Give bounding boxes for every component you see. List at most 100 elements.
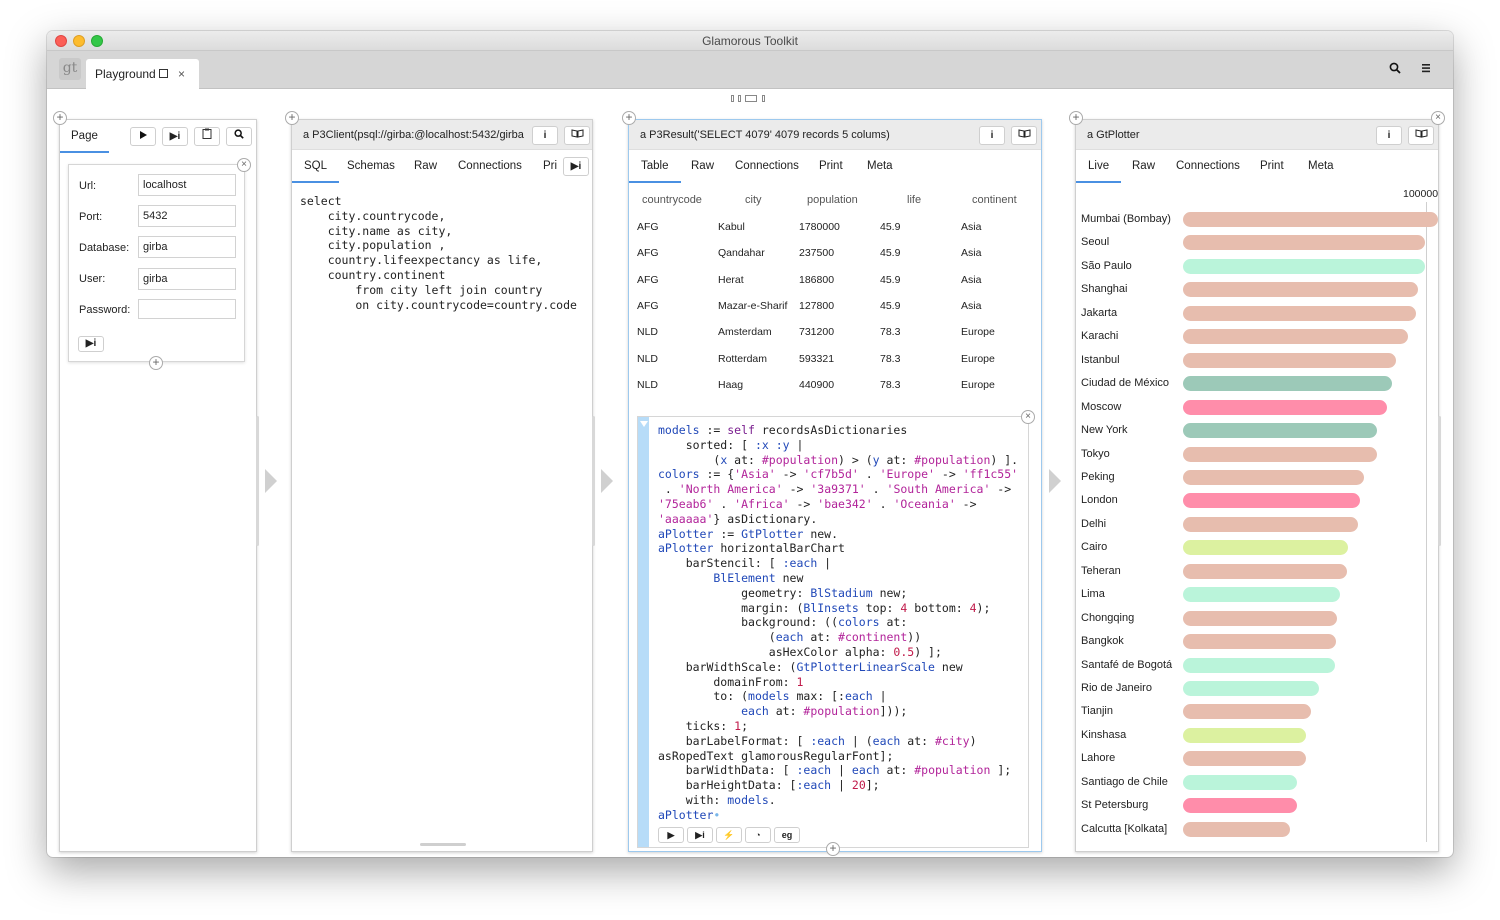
bar[interactable] — [1183, 212, 1438, 227]
close-tab-icon[interactable]: × — [178, 59, 185, 89]
column-header[interactable]: city — [745, 194, 762, 206]
bar[interactable] — [1183, 727, 1306, 743]
expand-arrow-icon[interactable] — [601, 469, 613, 493]
tab-raw[interactable]: Raw — [414, 150, 437, 183]
examples-icon[interactable]: eg — [774, 827, 800, 843]
column-header[interactable]: continent — [972, 194, 1017, 206]
add-pane-icon[interactable]: + — [1069, 111, 1083, 125]
tab-playground[interactable]: Playground × — [86, 59, 199, 89]
tab-raw[interactable]: Raw — [691, 150, 714, 183]
user-field[interactable]: girba — [138, 268, 236, 290]
resize-handle[interactable] — [420, 843, 466, 846]
tab-schemas[interactable]: Schemas — [347, 150, 395, 183]
password-field[interactable] — [138, 299, 236, 319]
bar[interactable] — [1183, 258, 1426, 274]
inspect-button[interactable]: i — [1376, 126, 1402, 145]
smalltalk-code[interactable]: models := self recordsAsDictionaries sor… — [658, 423, 1018, 823]
bar[interactable] — [1183, 704, 1312, 720]
port-field[interactable]: 5432 — [138, 205, 236, 227]
tab-table[interactable]: Table — [629, 150, 681, 183]
book-icon[interactable] — [1408, 126, 1434, 145]
bar[interactable] — [1183, 305, 1417, 321]
add-pane-icon[interactable]: + — [285, 111, 299, 125]
maximize-window-button[interactable] — [91, 35, 103, 47]
debug-icon[interactable]: ⚡ — [716, 827, 742, 843]
bar[interactable] — [1183, 423, 1378, 439]
gt-logo[interactable]: gt — [59, 58, 81, 80]
clipboard-icon[interactable] — [194, 127, 220, 146]
code-snippet[interactable]: models := self recordsAsDictionaries sor… — [637, 416, 1029, 848]
close-pane-icon[interactable]: × — [1431, 111, 1445, 125]
search-icon[interactable] — [1389, 62, 1401, 77]
tab-live[interactable]: Live — [1076, 150, 1122, 183]
tab-print[interactable]: Pri — [543, 150, 563, 183]
expand-arrow-icon[interactable] — [265, 469, 277, 493]
scrollbar[interactable] — [256, 416, 259, 546]
tab-page[interactable]: Page — [60, 120, 109, 153]
bar[interactable] — [1183, 493, 1360, 509]
bar[interactable] — [1183, 235, 1426, 251]
sql-editor[interactable]: select city.countrycode, city.name as ci… — [300, 194, 577, 312]
database-field[interactable]: girba — [138, 236, 236, 258]
tab-meta[interactable]: Meta — [867, 150, 893, 183]
book-icon[interactable] — [1011, 126, 1037, 145]
bar[interactable] — [1183, 516, 1359, 532]
connect-button[interactable]: ▶i — [78, 336, 104, 352]
profile-icon[interactable]: ◔ — [745, 827, 771, 843]
tab-raw[interactable]: Raw — [1132, 150, 1155, 183]
add-below-icon[interactable]: + — [826, 842, 840, 856]
tab-connections[interactable]: Connections — [1176, 150, 1240, 183]
tab-connections[interactable]: Connections — [735, 150, 799, 183]
close-snippet-icon[interactable]: × — [1021, 410, 1035, 424]
snippet-gutter[interactable] — [638, 417, 649, 847]
inspect-button[interactable]: i — [979, 126, 1005, 145]
bar[interactable] — [1183, 352, 1397, 368]
close-form-icon[interactable]: × — [237, 158, 251, 172]
minimize-window-button[interactable] — [73, 35, 85, 47]
bar[interactable] — [1183, 657, 1336, 673]
close-window-button[interactable] — [55, 35, 67, 47]
column-header[interactable]: countrycode — [642, 194, 702, 206]
bar[interactable] — [1183, 610, 1338, 626]
bar[interactable] — [1183, 540, 1348, 556]
bar[interactable] — [1183, 751, 1306, 767]
bar[interactable] — [1183, 798, 1297, 814]
bar[interactable] — [1183, 587, 1340, 603]
column-header[interactable]: population — [807, 194, 858, 206]
inspect-button[interactable]: i — [532, 126, 558, 145]
add-below-icon[interactable]: + — [149, 356, 163, 370]
url-field[interactable]: localhost — [138, 174, 236, 196]
add-pane-icon[interactable]: + — [53, 111, 67, 125]
play-inspect-button[interactable]: ▶i — [162, 127, 188, 146]
add-pane-icon[interactable]: + — [622, 111, 636, 125]
play-button[interactable]: ▶ — [658, 827, 684, 843]
tab-print[interactable]: Print — [1260, 150, 1284, 183]
run-query-button[interactable]: ▶i — [563, 157, 589, 176]
scrollbar[interactable] — [1438, 416, 1441, 546]
tab-connections[interactable]: Connections — [458, 150, 522, 183]
bar[interactable] — [1183, 399, 1387, 415]
play-inspect-button[interactable]: ▶i — [687, 827, 713, 843]
book-icon[interactable] — [564, 126, 590, 145]
tab-print[interactable]: Print — [819, 150, 843, 183]
bar[interactable] — [1183, 821, 1290, 837]
maximize-tab-icon[interactable] — [159, 69, 168, 78]
pane-pager[interactable] — [731, 94, 771, 104]
play-button[interactable] — [130, 127, 156, 146]
tab-meta[interactable]: Meta — [1308, 150, 1334, 183]
bar[interactable] — [1183, 282, 1419, 298]
expand-arrow-icon[interactable] — [1049, 469, 1061, 493]
bar[interactable] — [1183, 634, 1337, 650]
bar[interactable] — [1183, 469, 1365, 485]
bar[interactable] — [1183, 681, 1319, 696]
search-button[interactable] — [226, 127, 252, 146]
bar[interactable] — [1183, 774, 1298, 790]
hamburger-icon[interactable] — [1421, 60, 1431, 76]
collapse-triangle-icon[interactable] — [640, 421, 648, 427]
scrollbar[interactable] — [592, 416, 595, 546]
bar[interactable] — [1183, 563, 1348, 579]
bar[interactable] — [1183, 329, 1409, 345]
column-header[interactable]: life — [907, 194, 921, 206]
bar[interactable] — [1183, 446, 1377, 462]
bar[interactable] — [1183, 376, 1392, 392]
